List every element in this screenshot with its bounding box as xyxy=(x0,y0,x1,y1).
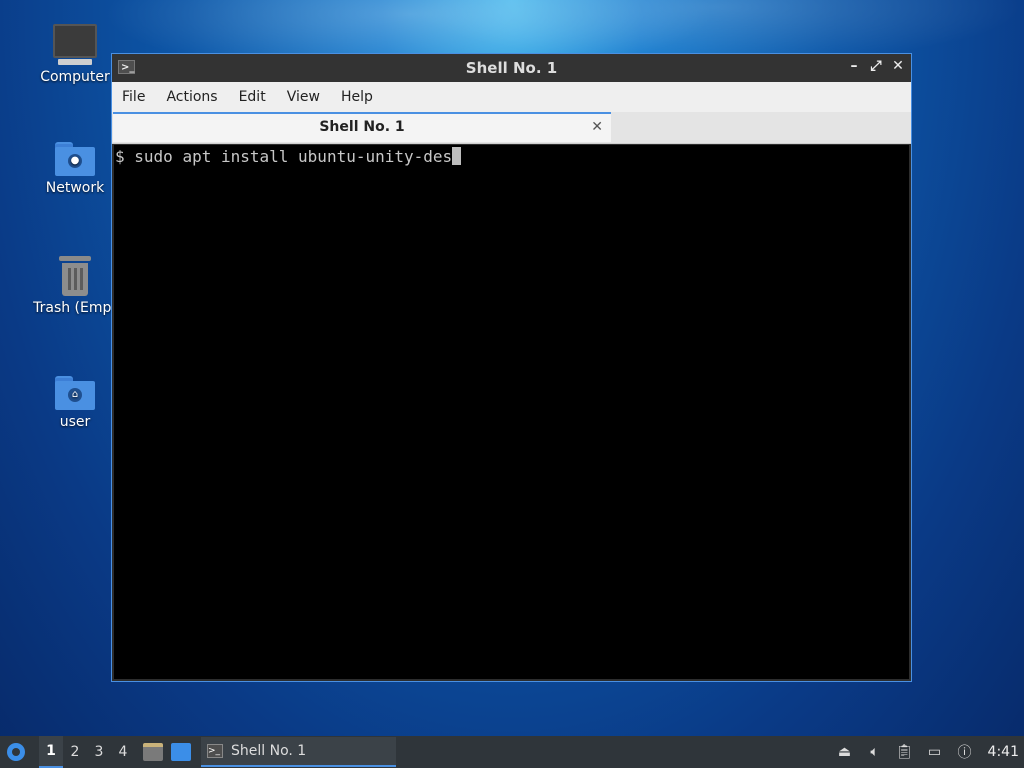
menu-view[interactable]: View xyxy=(287,89,320,105)
prompt: $ xyxy=(115,147,125,166)
menu-actions[interactable]: Actions xyxy=(166,89,217,105)
window-title: Shell No. 1 xyxy=(465,59,558,77)
network-folder-icon: ● xyxy=(55,142,95,176)
menu-help[interactable]: Help xyxy=(341,89,373,105)
file-manager-icon[interactable] xyxy=(143,743,163,761)
terminal-app-icon: >_ xyxy=(118,60,135,74)
task-label: Shell No. 1 xyxy=(231,743,307,759)
trash-icon xyxy=(59,256,91,296)
workspace-3[interactable]: 3 xyxy=(87,744,111,760)
workspace-1[interactable]: 1 xyxy=(39,736,63,768)
workspace-2[interactable]: 2 xyxy=(63,744,87,760)
tab-shell-1[interactable]: Shell No. 1 ✕ xyxy=(113,112,611,142)
update-notifier-icon[interactable]: ⓘ xyxy=(956,743,974,761)
titlebar[interactable]: >_ Shell No. 1 – ⤢ ✕ xyxy=(112,54,911,82)
terminal-output[interactable]: $ sudo apt install ubuntu-unity-des xyxy=(114,145,909,679)
terminal-task-icon: >_ xyxy=(207,744,223,758)
terminal-window: >_ Shell No. 1 – ⤢ ✕ File Actions Edit V… xyxy=(111,53,912,682)
menubar: File Actions Edit View Help xyxy=(112,82,911,112)
clipboard-icon[interactable]: 📋︎ xyxy=(896,743,914,761)
command-text: sudo apt install ubuntu-unity-des xyxy=(134,147,453,166)
close-button[interactable]: ✕ xyxy=(891,58,905,74)
tab-close-icon[interactable]: ✕ xyxy=(591,114,603,140)
network-icon[interactable]: ▭ xyxy=(926,743,944,761)
volume-icon[interactable]: 🔈︎ xyxy=(866,743,884,761)
home-folder-icon: ⌂ xyxy=(55,376,95,410)
workspace-4[interactable]: 4 xyxy=(111,744,135,760)
eject-icon[interactable]: ⏏ xyxy=(836,743,854,761)
maximize-button[interactable]: ⤢ xyxy=(869,58,883,74)
minimize-button[interactable]: – xyxy=(847,58,861,74)
clock[interactable]: 4:41 xyxy=(988,744,1019,760)
show-desktop-icon[interactable] xyxy=(171,743,191,761)
start-menu-icon[interactable] xyxy=(7,743,25,761)
tab-label: Shell No. 1 xyxy=(319,119,405,135)
system-tray: ⏏ 🔈︎ 📋︎ ▭ ⓘ 4:41 xyxy=(836,743,1019,761)
menu-file[interactable]: File xyxy=(122,89,145,105)
menu-edit[interactable]: Edit xyxy=(239,89,266,105)
taskbar: 1 2 3 4 >_ Shell No. 1 ⏏ 🔈︎ 📋︎ ▭ ⓘ 4:41 xyxy=(0,736,1024,768)
taskbar-task-shell[interactable]: >_ Shell No. 1 xyxy=(201,737,396,767)
tab-bar: Shell No. 1 ✕ xyxy=(112,112,911,144)
text-cursor xyxy=(452,147,462,165)
